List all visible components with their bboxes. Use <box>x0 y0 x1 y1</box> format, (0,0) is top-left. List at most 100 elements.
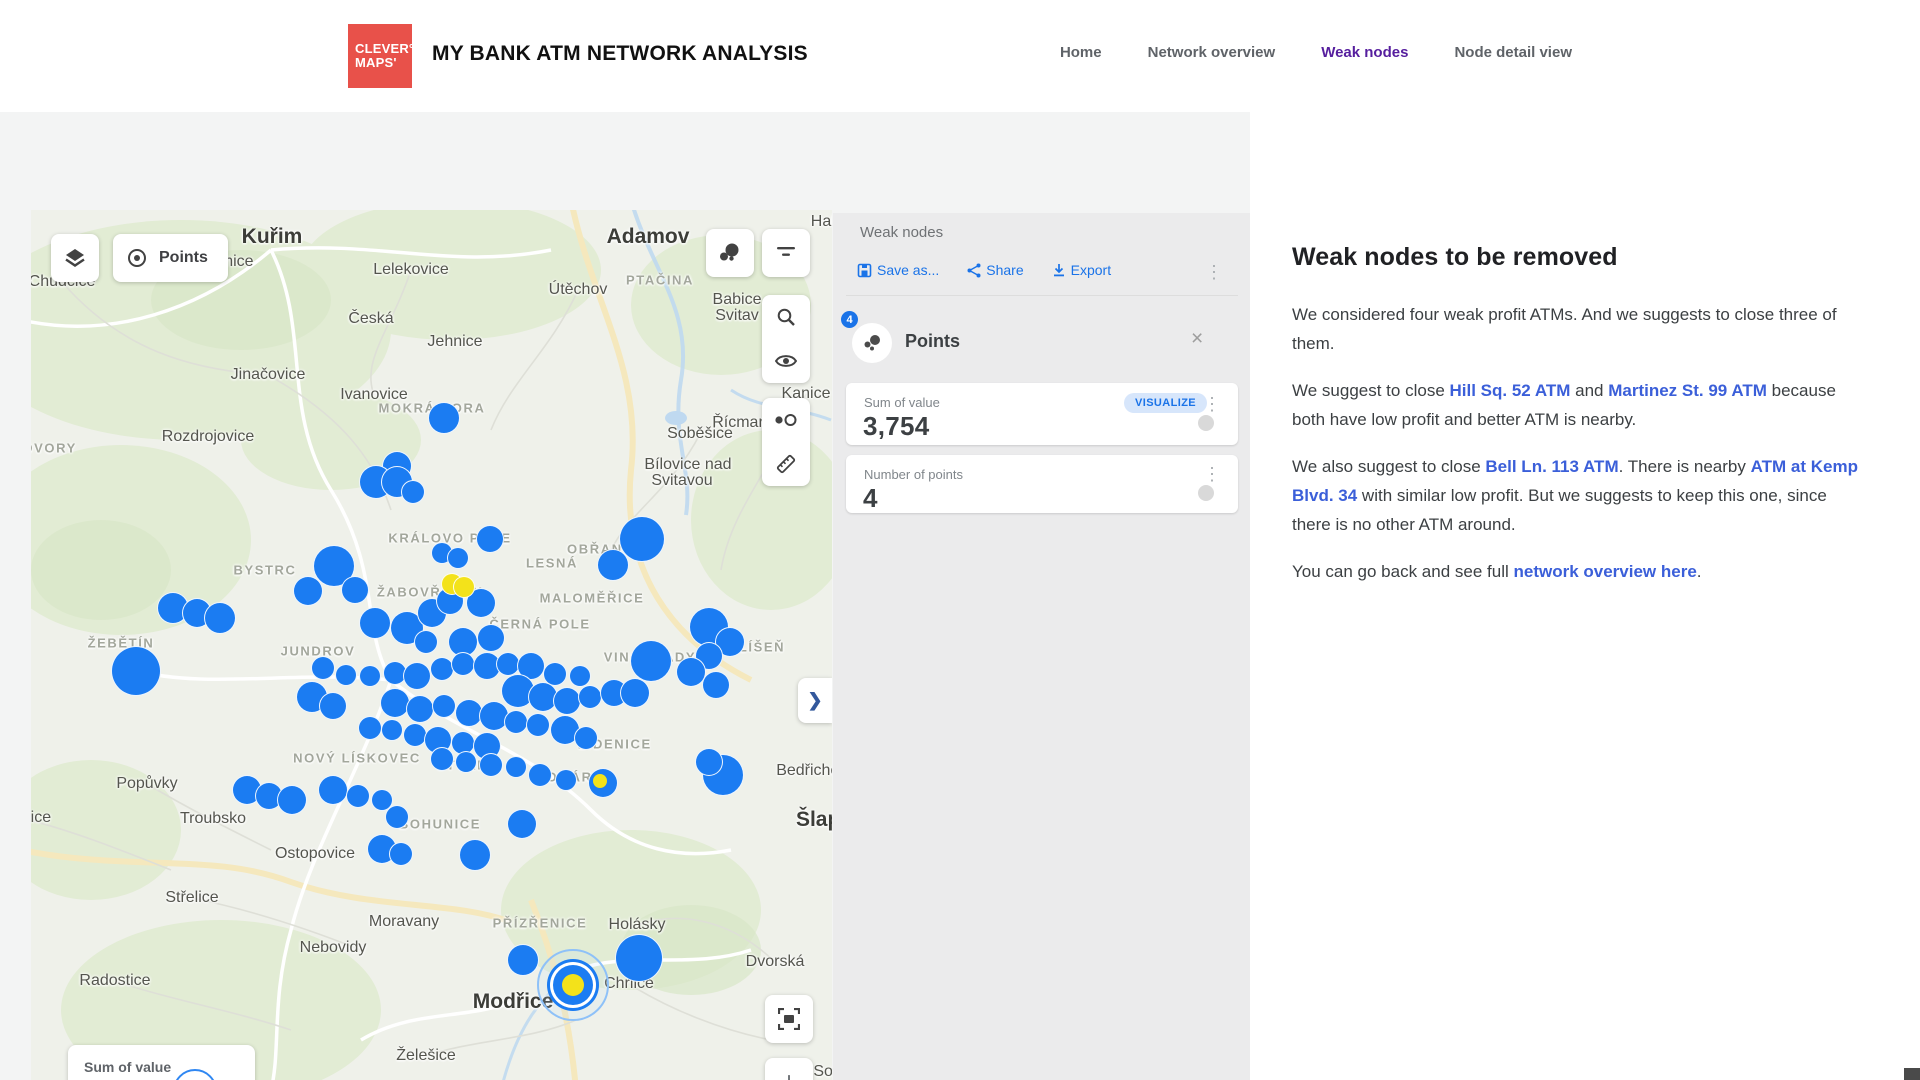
map-bubble[interactable] <box>403 662 431 690</box>
fit-extent-icon <box>778 1008 800 1030</box>
map-bubble[interactable] <box>401 480 425 504</box>
measure-group <box>762 398 810 486</box>
atm-link[interactable]: Bell Ln. 113 ATM <box>1485 457 1618 476</box>
map-bubble[interactable] <box>335 664 357 686</box>
atm-link[interactable]: Hill Sq. 52 ATM <box>1450 381 1571 400</box>
export-button[interactable]: Export <box>1052 262 1111 278</box>
map-bubble[interactable] <box>359 665 381 687</box>
count-card-toggle-dot[interactable] <box>1198 485 1214 501</box>
map-bubble[interactable] <box>389 842 413 866</box>
zoom-in-button[interactable]: + <box>765 1058 813 1080</box>
map-bubble[interactable] <box>555 769 577 791</box>
map-bubble[interactable] <box>385 805 409 829</box>
map-bubble[interactable] <box>455 751 477 773</box>
map-bubble-weak-node[interactable] <box>453 576 475 598</box>
points-layer-row[interactable]: 4 Points × <box>833 309 1250 373</box>
share-icon <box>967 263 981 278</box>
map-bubble[interactable] <box>597 549 629 581</box>
points-layer-title: Points <box>905 331 960 352</box>
map-bubble[interactable] <box>702 671 730 699</box>
panel-menu-button[interactable]: ⋮ <box>1205 263 1223 281</box>
map-weak-node-dot[interactable] <box>593 774 607 788</box>
close-icon[interactable]: × <box>1191 327 1203 351</box>
filter-button[interactable] <box>762 229 810 277</box>
article-text: We considered four weak profit ATMs. And… <box>1292 305 1837 353</box>
map-bubble[interactable] <box>507 809 537 839</box>
atm-link[interactable]: Martinez St. 99 ATM <box>1608 381 1767 400</box>
map-bubble[interactable] <box>574 726 598 750</box>
visibility-button[interactable] <box>762 339 810 383</box>
map-canvas[interactable]: KuřimAdamovModřiceŠlapaniceChudčiceMorav… <box>31 210 832 1080</box>
count-card-menu-button[interactable]: ⋮ <box>1203 465 1221 483</box>
layers-button[interactable] <box>51 234 99 282</box>
map-bubble[interactable] <box>526 713 550 737</box>
bubble-chart-button[interactable] <box>706 229 754 277</box>
share-label: Share <box>986 262 1023 278</box>
map-bubble[interactable] <box>318 775 348 805</box>
map-bubble[interactable] <box>569 665 591 687</box>
map-bubble[interactable] <box>293 576 323 606</box>
clevermaps-logo[interactable]: CLEVER° MAPS' <box>348 24 412 88</box>
map-bubble[interactable] <box>406 695 434 723</box>
map-bubble[interactable] <box>414 630 438 654</box>
map-bubble[interactable] <box>695 748 723 776</box>
map-bubble[interactable] <box>553 687 581 715</box>
scrollbar-corner[interactable] <box>1904 1068 1920 1080</box>
point-style-button[interactable] <box>762 398 810 442</box>
fit-extent-button[interactable] <box>765 995 813 1043</box>
map-bubble[interactable] <box>204 602 236 634</box>
map-label: Rozdrojovice <box>162 428 254 446</box>
points-layer-avatar <box>852 323 892 363</box>
map-bubble[interactable] <box>430 747 454 771</box>
map-bubble[interactable] <box>615 934 663 982</box>
save-as-button[interactable]: Save as... <box>857 262 939 278</box>
points-chip[interactable]: Points <box>113 234 228 282</box>
map-bubble[interactable] <box>578 685 602 709</box>
map-bubble[interactable] <box>428 402 460 434</box>
share-button[interactable]: Share <box>967 262 1023 278</box>
nav-item-network-overview[interactable]: Network overview <box>1148 44 1276 61</box>
map-bubble[interactable] <box>505 756 527 778</box>
map-bubble[interactable] <box>341 576 369 604</box>
map-bubble[interactable] <box>477 624 505 652</box>
map-bubble[interactable] <box>380 688 410 718</box>
atm-link[interactable]: network overview here <box>1513 562 1696 581</box>
map-bubble[interactable] <box>111 646 161 696</box>
map-label: Troubsko <box>180 810 246 828</box>
map-bubble[interactable] <box>277 785 307 815</box>
map-bubble[interactable] <box>403 723 427 747</box>
map-bubble[interactable] <box>528 763 552 787</box>
map-bubble[interactable] <box>359 607 391 639</box>
map-bubble[interactable] <box>476 525 504 553</box>
article-paragraph: We also suggest to close Bell Ln. 113 AT… <box>1292 452 1870 539</box>
map-label: PŘÍZŘENICE <box>493 916 588 931</box>
map-bubble[interactable] <box>311 656 335 680</box>
map-bubble[interactable] <box>346 784 370 808</box>
map-bubble[interactable] <box>319 692 347 720</box>
nav-item-node-detail-view[interactable]: Node detail view <box>1454 44 1572 61</box>
map-bubble[interactable] <box>447 547 469 569</box>
map-bubble[interactable] <box>620 678 650 708</box>
measure-button[interactable] <box>762 442 810 486</box>
panel-expand-chevron[interactable]: ❯ <box>798 678 832 723</box>
map-bubble[interactable] <box>507 944 539 976</box>
map-bubble[interactable] <box>459 839 491 871</box>
map-bubble[interactable] <box>432 694 456 718</box>
search-button[interactable] <box>762 295 810 339</box>
filter-icon <box>776 245 796 261</box>
sum-card-toggle-dot[interactable] <box>1198 415 1214 431</box>
save-as-label: Save as... <box>877 262 939 278</box>
visualize-badge[interactable]: VISUALIZE <box>1124 393 1207 413</box>
sum-card-menu-button[interactable]: ⋮ <box>1203 395 1221 413</box>
nav-item-home[interactable]: Home <box>1060 44 1102 61</box>
map-bubble[interactable] <box>504 710 528 734</box>
map-bubble[interactable] <box>381 719 403 741</box>
map-bubble[interactable] <box>630 640 672 682</box>
map-bubble[interactable] <box>451 652 475 676</box>
map-label: Adamov <box>607 225 690 249</box>
selected-point-core[interactable] <box>562 974 584 996</box>
map-bubble[interactable] <box>479 753 503 777</box>
map-bubble[interactable] <box>358 716 382 740</box>
nav-item-weak-nodes[interactable]: Weak nodes <box>1321 44 1408 61</box>
article-text: with similar low profit. But we suggests… <box>1292 486 1827 534</box>
